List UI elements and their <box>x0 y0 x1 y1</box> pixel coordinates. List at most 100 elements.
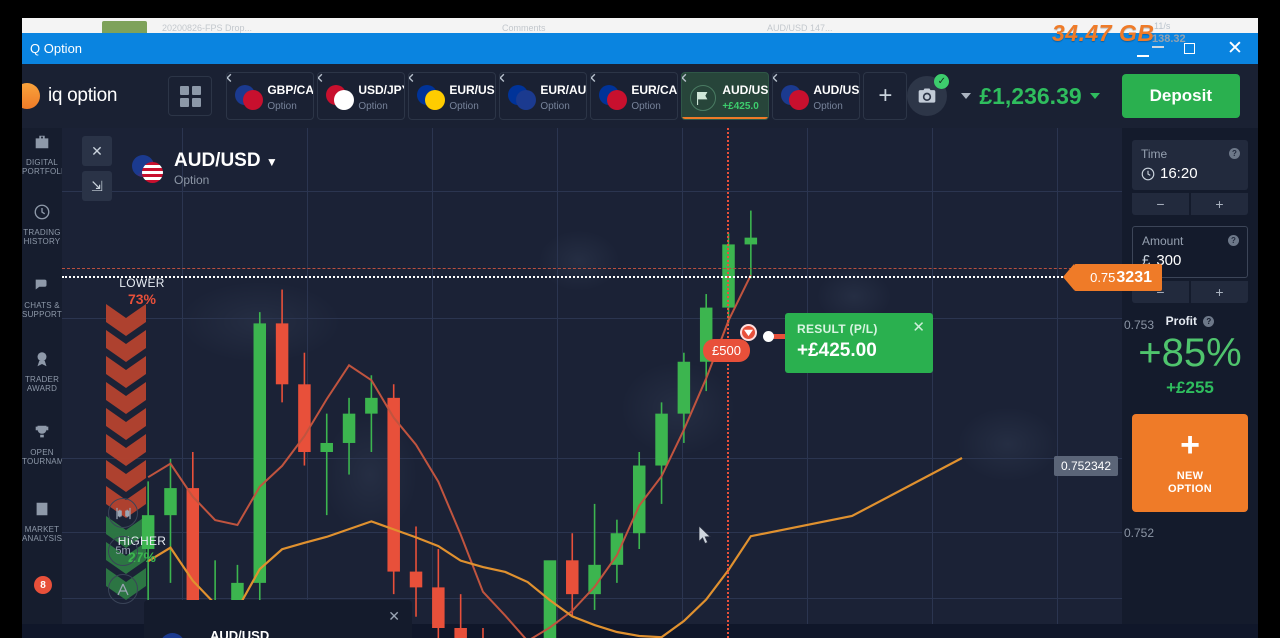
time-plus-button[interactable]: + <box>1191 193 1248 215</box>
sidebar-item-trading-history[interactable]: TRADING HISTORY <box>22 203 62 246</box>
logo-mark-icon <box>22 83 40 109</box>
current-price-marker: 0.75 3231 <box>1063 264 1162 291</box>
asset-tab-eur-cad-4[interactable]: ✕ EUR/CAD Option <box>590 72 679 120</box>
balance-dropdown-caret-icon[interactable] <box>1089 93 1100 99</box>
toast-flag-pair-icon <box>160 632 196 638</box>
result-popup-close-icon[interactable]: ✕ <box>912 320 925 335</box>
toast-asset: AUD/USD <box>210 628 270 638</box>
strike-price-line <box>62 276 1162 278</box>
tab-name: GBP/CAD <box>267 82 314 97</box>
timeframe-button[interactable]: 5m <box>108 536 138 566</box>
tab-name: EUR/AUD <box>540 82 587 97</box>
briefcase-icon <box>22 133 62 156</box>
account-balance[interactable]: £1,236.39 <box>979 83 1081 110</box>
chart-close-button[interactable]: ✕ <box>82 136 112 166</box>
time-value: 16:20 <box>1160 165 1198 182</box>
minimize-button[interactable] <box>1120 33 1166 64</box>
finish-flag-icon <box>690 85 717 111</box>
tab-sub: Option <box>540 100 570 112</box>
trophy-icon <box>22 423 62 446</box>
toast-close-icon[interactable]: ✕ <box>388 608 400 625</box>
expiration-line <box>727 128 729 638</box>
asset-tab-usd-jpy-1[interactable]: ✕ USD/JPY Option <box>317 72 406 120</box>
candlestick-series <box>141 210 963 638</box>
camera-dropdown-caret-icon[interactable] <box>961 93 972 99</box>
asset-dropdown-caret-icon[interactable]: ▼ <box>266 155 278 169</box>
new-option-label: NEW OPTION <box>1168 470 1212 495</box>
asset-name: AUD/USD ▼ <box>174 150 278 171</box>
tab-name: USD/JPY <box>358 82 404 97</box>
price-axis: 0.75 3231 0.753 0.752342 0.752 <box>1052 128 1162 638</box>
tab-sub: Option <box>813 100 843 112</box>
grid-icon <box>179 85 201 107</box>
tab-name: AUD/USD <box>813 82 860 97</box>
sidebar-item-digital-portfolio[interactable]: DIGITAL PORTFOLIO <box>22 133 70 176</box>
sidebar-item-open-tournaments[interactable]: OPEN TOURNAMENTS <box>22 423 86 466</box>
chart-tools: 5m <box>108 498 138 612</box>
tab-close-icon[interactable]: ✕ <box>682 73 688 85</box>
sidebar-item-market-analysis[interactable]: MARKET ANALYSIS <box>22 500 62 543</box>
tab-flag-icon <box>508 85 537 110</box>
chart-area[interactable]: ✕ ⇲ AUD/USD ▼ Option LOWER 73% HIGHER 27… <box>62 128 1162 638</box>
tab-close-icon[interactable]: ✕ <box>227 73 233 85</box>
indicators-button[interactable] <box>108 574 138 604</box>
tab-flag-icon <box>781 85 810 110</box>
chart-type-button[interactable] <box>108 498 138 528</box>
chart-asset-title[interactable]: AUD/USD ▼ Option <box>174 150 278 187</box>
sidebar-item-label: TRADING HISTORY <box>23 228 61 246</box>
upper-dashed-line <box>62 268 1162 269</box>
result-popup[interactable]: ✕ RESULT (P/L) +£425.00 <box>785 313 933 373</box>
bg-text-mid: Comments <box>502 23 546 33</box>
tab-close-icon[interactable]: ✕ <box>318 73 324 85</box>
sidebar-item-chats-support[interactable]: CHATS & SUPPORT <box>22 276 62 319</box>
axis-label-1: 0.752 <box>1123 526 1154 540</box>
asset-tab-aud-usd-6[interactable]: ✕ AUD/USD Option <box>772 72 861 120</box>
profit-label: Profit <box>1165 314 1197 328</box>
sidebar-item-label: CHATS & SUPPORT <box>22 301 62 319</box>
sentiment-lower: LOWER 73% <box>107 276 177 307</box>
clock-icon <box>22 203 62 226</box>
sentiment-lower-value: 73% <box>127 291 157 307</box>
asset-tab-eur-usd-2[interactable]: ✕ EUR/USD Option <box>408 72 497 120</box>
sidebar-item-label: MARKET ANALYSIS <box>22 525 63 543</box>
chat-icon <box>22 276 62 299</box>
screenshot-control[interactable]: ✓ <box>907 74 950 116</box>
window-title: Q Option <box>30 41 83 56</box>
news-icon <box>22 500 62 523</box>
trade-result-toast[interactable]: AUD/USD +£425 +85% ✕ <box>144 600 412 638</box>
maximize-button[interactable] <box>1166 33 1212 64</box>
sidebar-item-label: DIGITAL PORTFOLIO <box>22 158 70 176</box>
new-option-plus-icon: + <box>1180 426 1200 464</box>
brand-logo[interactable]: iq option <box>22 83 168 109</box>
assets-grid-button[interactable] <box>168 76 213 116</box>
tab-close-icon[interactable]: ✕ <box>409 73 415 85</box>
asset-tab-eur-aud-3[interactable]: ✕ EUR/AUD Option <box>499 72 588 120</box>
chart-collapse-button[interactable]: ⇲ <box>82 171 112 201</box>
sidebar-item-trader-award[interactable]: TRADER AWARD <box>22 350 62 393</box>
sidebar-notification-badge[interactable]: 8 <box>34 576 52 594</box>
asset-tab-aud-usd-5[interactable]: ✕ AUD/USD +£425.0 <box>681 72 770 120</box>
tab-close-icon[interactable]: ✕ <box>591 73 597 85</box>
amount-plus-button[interactable]: + <box>1191 281 1248 303</box>
mouse-cursor <box>699 526 712 545</box>
deposit-button[interactable]: Deposit <box>1121 74 1240 118</box>
tab-flag-icon <box>235 85 264 110</box>
amount-help-icon[interactable]: ? <box>1228 235 1239 246</box>
window-titlebar: Q Option ✕ <box>22 33 1258 64</box>
add-asset-button[interactable]: + <box>863 72 908 120</box>
asset-tab-gbp-cad-0[interactable]: ✕ GBP/CAD Option <box>226 72 315 120</box>
time-help-icon[interactable]: ? <box>1229 148 1240 159</box>
brand-name: iq option <box>48 85 118 106</box>
result-popup-title: RESULT (P/L) <box>797 322 878 336</box>
nav-right-cluster: ✓ £1,236.39 Deposit <box>907 74 1258 118</box>
sidebar-item-label: OPEN TOURNAMENTS <box>22 448 86 466</box>
tab-close-icon[interactable]: ✕ <box>500 73 506 85</box>
sentiment-lower-label: LOWER <box>119 276 165 290</box>
investment-badge: £500 <box>703 339 750 362</box>
tab-close-icon[interactable]: ✕ <box>773 73 779 85</box>
close-button[interactable]: ✕ <box>1212 33 1258 64</box>
tab-sub: Option <box>267 100 297 112</box>
bg-text-left: 20200826-FPS Drop... <box>162 23 253 33</box>
profit-help-icon[interactable]: ? <box>1203 316 1215 328</box>
screen: 20200826-FPS Drop... Comments AUD/USD 14… <box>0 0 1280 638</box>
